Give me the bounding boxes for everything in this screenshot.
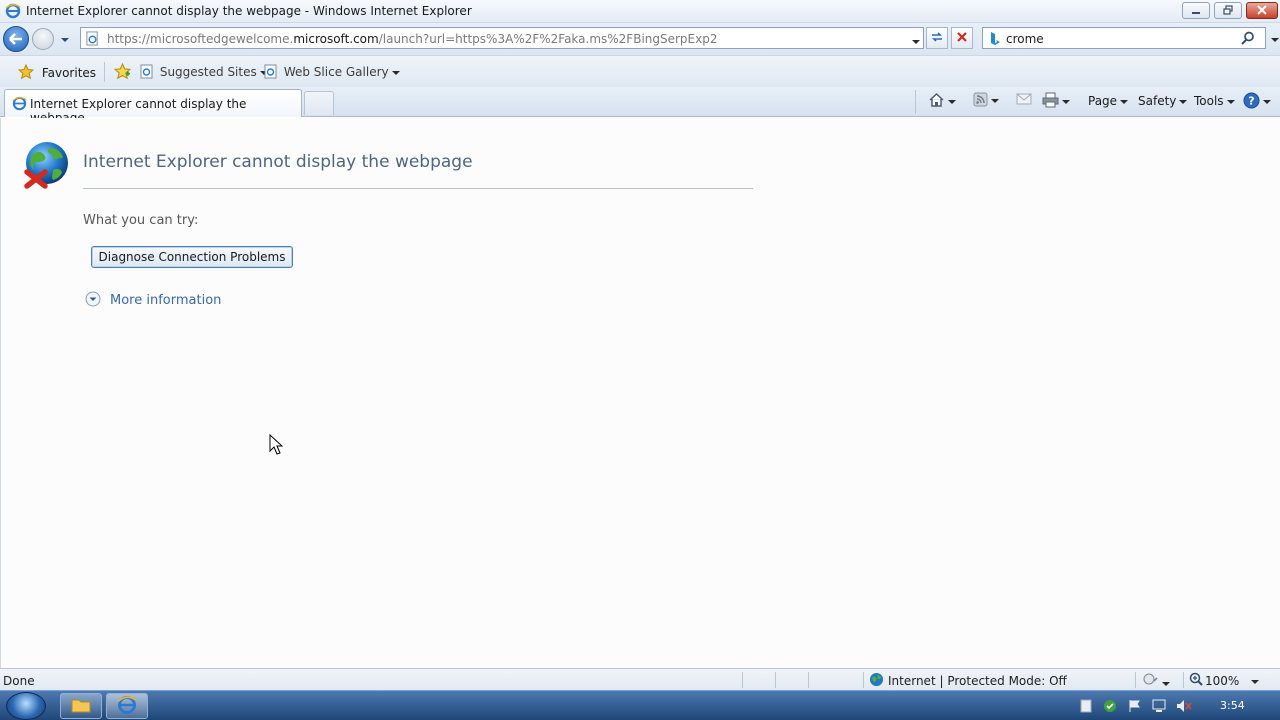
favorites-button[interactable]: Favorites [17,63,96,83]
diagnose-connection-button[interactable]: Diagnose Connection Problems [91,246,293,268]
feeds-icon [973,92,988,110]
what-you-can-try-label: What you can try: [83,213,199,228]
status-separator [1135,672,1136,688]
status-separator [1183,672,1184,688]
start-orb-icon[interactable] [6,692,46,720]
tray-network-icon[interactable] [1152,699,1166,716]
stop-button[interactable] [951,27,973,49]
restore-button[interactable] [1214,2,1242,19]
more-information-link: More information [110,293,222,308]
read-mail-button[interactable] [1016,92,1032,109]
page-content: Internet Explorer cannot display the web… [0,118,1280,668]
close-icon [1257,4,1267,18]
back-button[interactable] [3,26,29,52]
forward-button[interactable] [32,28,54,50]
status-separator [775,672,776,688]
url-text: https://microsoftedgewelcome.microsoft.c… [107,32,718,46]
ie-icon [12,96,27,114]
restore-icon [1223,4,1233,18]
taskbar-ie-button[interactable] [106,693,148,719]
favorites-star-icon [17,63,35,83]
tab-row: Internet Explorer cannot display the web… [0,87,1280,125]
status-separator [863,672,864,688]
search-options-dropdown[interactable] [1268,32,1279,46]
address-dropdown[interactable] [909,34,920,48]
ie-page-icon [264,64,278,82]
window-title: Internet Explorer cannot display the web… [26,4,472,18]
svg-text:?: ? [1248,95,1254,108]
taskbar-clock[interactable]: 3:54 [1220,699,1245,712]
title-bar: Internet Explorer cannot display the web… [0,0,1280,23]
tools-menu[interactable]: Tools [1194,94,1235,108]
mail-icon [1016,92,1032,109]
close-button[interactable] [1246,2,1278,19]
recent-pages-dropdown[interactable] [58,32,69,46]
command-separator [915,90,916,114]
status-bar: Done Internet | Protected Mode: Off 100% [0,668,1280,690]
zoom-dropdown[interactable] [1248,674,1259,688]
zoom-icon [1189,672,1203,689]
back-icon [4,33,28,54]
cursor-icon [269,433,284,458]
add-favorites-icon[interactable] [113,62,132,83]
status-separator [808,672,809,688]
address-row: https://microsoftedgewelcome.microsoft.c… [0,23,1280,55]
home-icon [928,92,945,111]
new-tab-button[interactable] [304,91,334,115]
explorer-icon [71,697,91,716]
refresh-icon [930,30,944,47]
feeds-button[interactable] [973,92,999,110]
taskbar: 3:54 [0,690,1280,720]
title-divider [83,188,753,189]
home-button[interactable] [928,92,956,111]
favorites-bar: Favorites Suggested Sites Web Slice Gall… [0,55,1280,87]
tray-security-icon[interactable] [1102,699,1118,716]
suggested-sites-button[interactable]: Suggested Sites [140,64,268,82]
expand-icon [85,291,101,310]
print-icon [1042,92,1059,111]
more-information-toggle[interactable]: More information [85,291,221,310]
status-separator [742,672,743,688]
page-menu[interactable]: Page [1088,94,1129,108]
internet-zone-icon [869,672,884,690]
protected-mode-button[interactable] [1143,672,1170,690]
globe-error-icon [23,140,71,193]
search-icon[interactable] [1241,31,1255,48]
help-button[interactable]: ? [1243,92,1271,112]
search-query: crome [1006,32,1044,46]
search-box[interactable]: crome [982,27,1266,49]
stop-icon [956,31,968,46]
zoom-level[interactable]: 100% [1205,674,1239,688]
print-button[interactable] [1042,92,1070,111]
refresh-button[interactable] [926,27,948,49]
tray-volume-icon[interactable] [1176,699,1192,716]
favorites-separator [104,62,105,82]
security-zone-text: Internet | Protected Mode: Off [888,674,1067,688]
ie-page-icon [140,64,154,82]
web-slice-gallery-button[interactable]: Web Slice Gallery [264,64,400,82]
status-text: Done [3,674,35,688]
help-icon: ? [1243,92,1260,112]
page-icon [85,31,100,49]
tray-flag-icon[interactable] [1128,699,1142,716]
safety-menu[interactable]: Safety [1138,94,1188,108]
tray-notes-icon[interactable] [1080,699,1092,716]
bing-icon [989,31,1001,49]
address-bar[interactable]: https://microsoftedgewelcome.microsoft.c… [80,27,924,49]
minimize-button[interactable] [1182,2,1210,19]
minimize-icon [1191,4,1201,18]
ie-icon [117,695,137,718]
error-title: Internet Explorer cannot display the web… [83,152,473,172]
taskbar-explorer-button[interactable] [60,693,102,719]
tab-active[interactable]: Internet Explorer cannot display the web… [4,89,302,125]
ie-icon [5,3,21,22]
